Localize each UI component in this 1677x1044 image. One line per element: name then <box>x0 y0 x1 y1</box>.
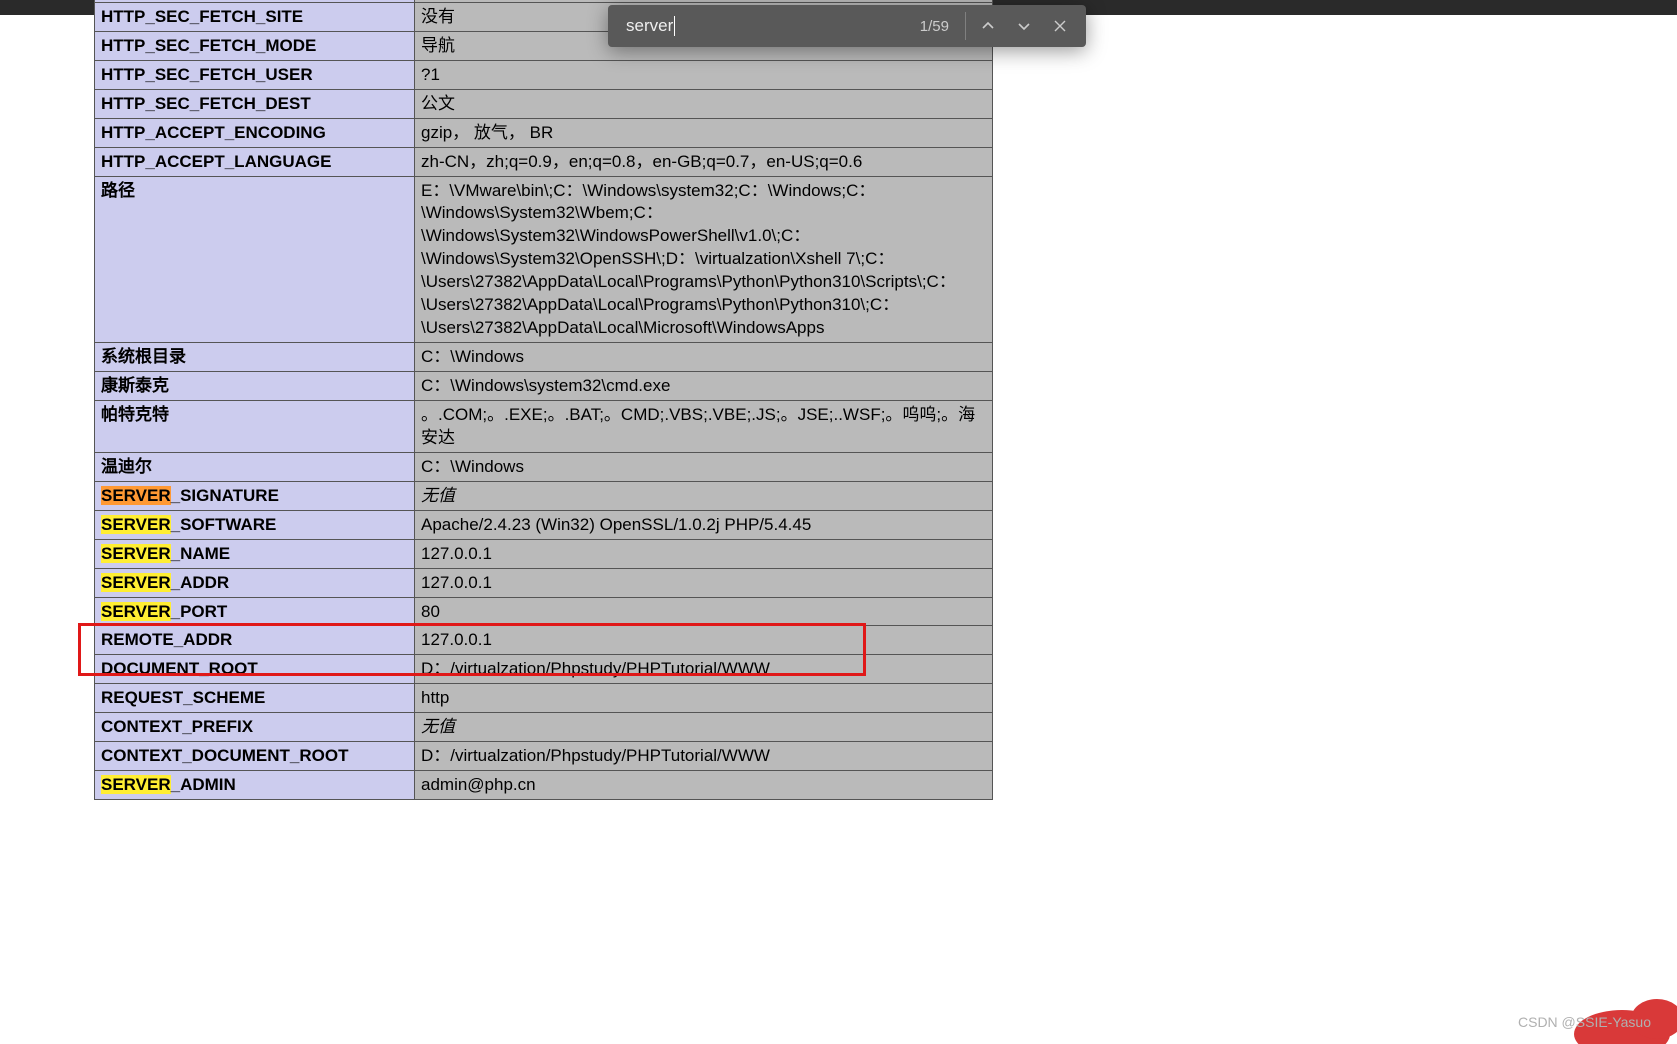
table-row: 温迪尔C：\Windows <box>95 452 993 481</box>
env-value: 127.0.0.1 <box>415 568 993 597</box>
env-value: gzip， 放气， BR <box>415 118 993 147</box>
env-value: admin@php.cn <box>415 771 993 800</box>
env-key: HTTP_SEC_FETCH_MODE <box>95 31 415 60</box>
env-key: 系统根目录 <box>95 343 415 372</box>
table-row: HTTP_ACCEPT_ENCODINGgzip， 放气， BR <box>95 118 993 147</box>
find-count: 1/59 <box>920 18 949 35</box>
env-key: CONTEXT_PREFIX <box>95 713 415 742</box>
env-key: REMOTE_ADDR <box>95 626 415 655</box>
find-prev-button[interactable] <box>970 8 1006 44</box>
table-row: 康斯泰克C：\Windows\system32\cmd.exe <box>95 372 993 401</box>
env-key: 温迪尔 <box>95 452 415 481</box>
env-value: 无值 <box>415 713 993 742</box>
env-value: 公文 <box>415 89 993 118</box>
env-key: REQUEST_SCHEME <box>95 684 415 713</box>
env-key: SERVER_SIGNATURE <box>95 481 415 510</box>
env-value: E：\VMware\bin\;C：\Windows\system32;C：\Wi… <box>415 176 993 343</box>
find-separator <box>965 12 966 40</box>
env-value: ?1 <box>415 60 993 89</box>
env-value: 80 <box>415 597 993 626</box>
find-close-button[interactable] <box>1042 8 1078 44</box>
table-row: 路径E：\VMware\bin\;C：\Windows\system32;C：\… <box>95 176 993 343</box>
chevron-down-icon <box>1016 18 1032 34</box>
env-key: CONTEXT_DOCUMENT_ROOT <box>95 742 415 771</box>
env-value: zh-CN，zh;q=0.9，en;q=0.8，en-GB;q=0.7，en-U… <box>415 147 993 176</box>
env-key: SERVER_PORT <box>95 597 415 626</box>
table-row: SERVER_PORT80 <box>95 597 993 626</box>
env-key: HTTP_SEC_FETCH_DEST <box>95 89 415 118</box>
table-row: SERVER_ADDR127.0.0.1 <box>95 568 993 597</box>
env-value: D：/virtualzation/Phpstudy/PHPTutorial/WW… <box>415 742 993 771</box>
table-row: CONTEXT_PREFIX无值 <box>95 713 993 742</box>
env-key: 帕特克特 <box>95 400 415 452</box>
env-value: 127.0.0.1 <box>415 626 993 655</box>
table-row: HTTP_SEC_FETCH_USER?1 <box>95 60 993 89</box>
find-input[interactable]: server <box>626 16 908 36</box>
env-key: HTTP_SEC_FETCH_SITE <box>95 2 415 31</box>
table-row: 帕特克特。.COM;。.EXE;。.BAT;。CMD;.VBS;.VBE;.JS… <box>95 400 993 452</box>
table-row: SERVER_NAME127.0.0.1 <box>95 539 993 568</box>
env-key: DOCUMENT_ROOT <box>95 655 415 684</box>
env-value: C：\Windows\system32\cmd.exe <box>415 372 993 401</box>
table-row: 系统根目录C：\Windows <box>95 343 993 372</box>
env-vars-table: HTTP_ACCEPTtext/html，application/xhtml+x… <box>94 0 993 800</box>
env-value: http <box>415 684 993 713</box>
table-row: SERVER_SOFTWAREApache/2.4.23 (Win32) Ope… <box>95 510 993 539</box>
watermark-text: CSDN @SSIE-Yasuo <box>1518 1014 1651 1030</box>
find-query-text: server <box>626 16 673 36</box>
env-key: HTTP_ACCEPT_LANGUAGE <box>95 147 415 176</box>
env-vars-table-wrap: HTTP_ACCEPTtext/html，application/xhtml+x… <box>94 0 993 800</box>
env-value: 。.COM;。.EXE;。.BAT;。CMD;.VBS;.VBE;.JS;。JS… <box>415 400 993 452</box>
table-row: HTTP_ACCEPT_LANGUAGEzh-CN，zh;q=0.9，en;q=… <box>95 147 993 176</box>
table-row: REMOTE_ADDR127.0.0.1 <box>95 626 993 655</box>
table-row: DOCUMENT_ROOTD：/virtualzation/Phpstudy/P… <box>95 655 993 684</box>
env-value: D：/virtualzation/Phpstudy/PHPTutorial/WW… <box>415 655 993 684</box>
close-icon <box>1052 18 1068 34</box>
env-key: SERVER_ADMIN <box>95 771 415 800</box>
env-value: C：\Windows <box>415 452 993 481</box>
env-value: C：\Windows <box>415 343 993 372</box>
find-next-button[interactable] <box>1006 8 1042 44</box>
env-key: HTTP_SEC_FETCH_USER <box>95 60 415 89</box>
env-key: 路径 <box>95 176 415 343</box>
env-key: 康斯泰克 <box>95 372 415 401</box>
env-value: 127.0.0.1 <box>415 539 993 568</box>
table-row: REQUEST_SCHEMEhttp <box>95 684 993 713</box>
env-value: Apache/2.4.23 (Win32) OpenSSL/1.0.2j PHP… <box>415 510 993 539</box>
env-key: SERVER_ADDR <box>95 568 415 597</box>
table-row: CONTEXT_DOCUMENT_ROOTD：/virtualzation/Ph… <box>95 742 993 771</box>
env-key: SERVER_SOFTWARE <box>95 510 415 539</box>
env-key: HTTP_ACCEPT_ENCODING <box>95 118 415 147</box>
text-caret <box>674 16 675 36</box>
table-row: SERVER_SIGNATURE无值 <box>95 481 993 510</box>
table-row: SERVER_ADMINadmin@php.cn <box>95 771 993 800</box>
table-row: HTTP_SEC_FETCH_DEST公文 <box>95 89 993 118</box>
chevron-up-icon <box>980 18 996 34</box>
env-key: SERVER_NAME <box>95 539 415 568</box>
env-value: 无值 <box>415 481 993 510</box>
find-bar: server 1/59 <box>608 5 1086 47</box>
